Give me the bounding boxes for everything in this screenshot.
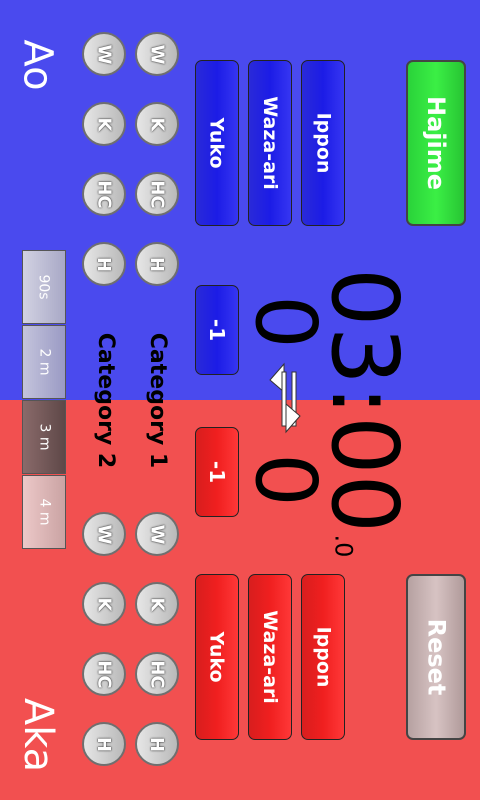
red-penalty-h-1[interactable]: H: [82, 722, 126, 766]
red-wazaari-button[interactable]: Waza-ari: [248, 574, 292, 740]
timer-display[interactable]: 03:00: [312, 267, 419, 532]
red-minus-button[interactable]: -1: [195, 427, 239, 517]
blue-penalty-w-2[interactable]: W: [135, 32, 179, 76]
blue-wazaari-button[interactable]: Waza-ari: [248, 60, 292, 226]
swap-arrows-icon[interactable]: [262, 358, 308, 438]
blue-minus-button[interactable]: -1: [195, 285, 239, 375]
red-ippon-button[interactable]: Ippon: [301, 574, 345, 740]
duration-option-selected[interactable]: 3 m: [22, 400, 66, 474]
red-penalty-k-2[interactable]: K: [135, 582, 179, 626]
blue-penalty-k-1[interactable]: K: [82, 102, 126, 146]
duration-option[interactable]: 90s: [22, 250, 66, 324]
red-penalty-hc-2[interactable]: HC: [135, 652, 179, 696]
duration-option[interactable]: 4 m: [22, 475, 66, 549]
red-player-name: Aka: [15, 697, 61, 773]
blue-penalty-hc-1[interactable]: HC: [82, 172, 126, 216]
blue-penalty-h-1[interactable]: H: [82, 242, 126, 286]
blue-penalty-k-2[interactable]: K: [135, 102, 179, 146]
red-penalty-k-1[interactable]: K: [82, 582, 126, 626]
category-2-label[interactable]: Category 2: [86, 320, 126, 480]
hajime-button[interactable]: Hajime: [406, 60, 466, 226]
blue-penalty-hc-2[interactable]: HC: [135, 172, 179, 216]
timer-fraction: .0: [329, 534, 357, 558]
red-penalty-w-1[interactable]: W: [82, 512, 126, 556]
red-penalty-w-2[interactable]: W: [135, 512, 179, 556]
category-1-label[interactable]: Category 1: [138, 320, 178, 480]
reset-button[interactable]: Reset: [406, 574, 466, 740]
red-yuko-button[interactable]: Yuko: [195, 574, 239, 740]
duration-option[interactable]: 2 m: [22, 325, 66, 399]
blue-player-name: Ao: [14, 39, 61, 91]
blue-ippon-button[interactable]: Ippon: [301, 60, 345, 226]
red-penalty-hc-1[interactable]: HC: [82, 652, 126, 696]
red-penalty-h-2[interactable]: H: [135, 722, 179, 766]
blue-yuko-button[interactable]: Yuko: [195, 60, 239, 226]
blue-penalty-h-2[interactable]: H: [135, 242, 179, 286]
blue-penalty-w-1[interactable]: W: [82, 32, 126, 76]
